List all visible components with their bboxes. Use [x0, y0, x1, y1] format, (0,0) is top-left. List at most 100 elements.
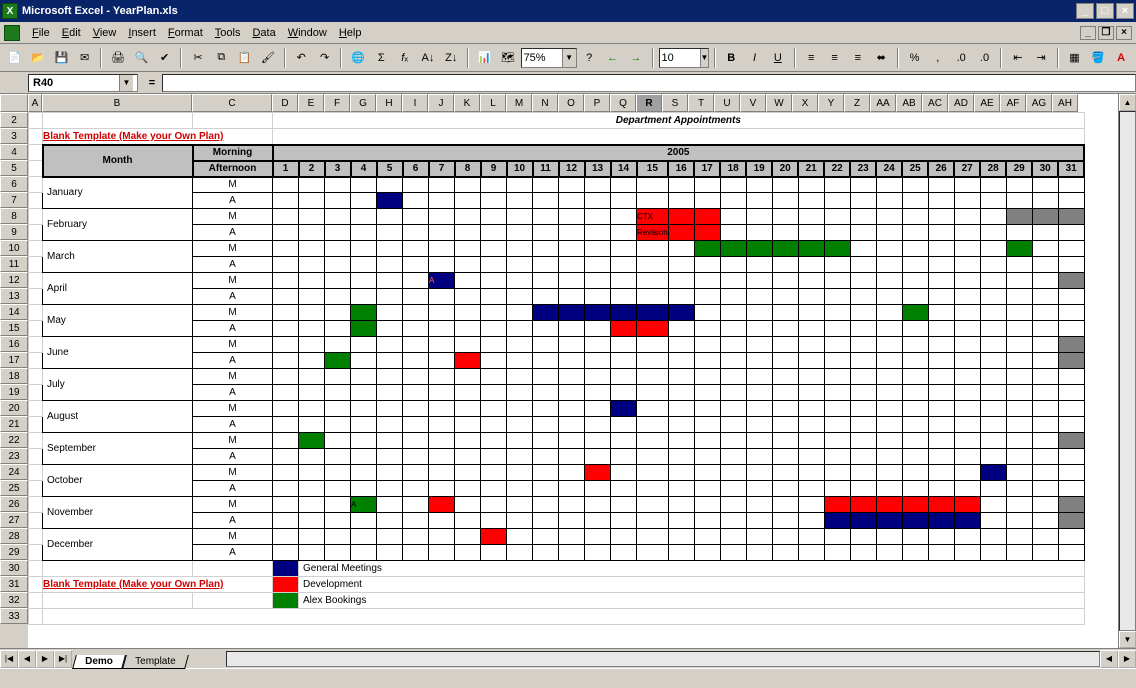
- cell-r21-d1[interactable]: [273, 417, 299, 433]
- cell-r29-d22[interactable]: [824, 545, 850, 561]
- cell-r17-d30[interactable]: [1032, 353, 1058, 369]
- cell-r23-d11[interactable]: [533, 449, 559, 465]
- cell-r14-d30[interactable]: [1032, 305, 1058, 321]
- cell-r13-d24[interactable]: [876, 289, 902, 305]
- cell-r11-d23[interactable]: [850, 257, 876, 273]
- cell-r29-d5[interactable]: [377, 545, 403, 561]
- cell-r14-d9[interactable]: [481, 305, 507, 321]
- cell-r21-d4[interactable]: [351, 417, 377, 433]
- row-header-3[interactable]: 3: [0, 128, 28, 144]
- cell-r25-d25[interactable]: [902, 481, 928, 497]
- cell-r11-d1[interactable]: [273, 257, 299, 273]
- cell-r26-d3[interactable]: [325, 497, 351, 513]
- align-center-icon[interactable]: ≡: [824, 47, 845, 69]
- row-header-7[interactable]: 7: [0, 192, 28, 208]
- col-header-AG[interactable]: AG: [1026, 94, 1052, 112]
- cell-r29-d2[interactable]: [299, 545, 325, 561]
- cell-r17-d2[interactable]: [299, 353, 325, 369]
- cell-r12-d14[interactable]: [611, 273, 637, 289]
- cell-r29-d4[interactable]: [351, 545, 377, 561]
- cell-r7-d25[interactable]: [902, 193, 928, 209]
- cell-r17-d28[interactable]: [980, 353, 1006, 369]
- cell-r21-d9[interactable]: [481, 417, 507, 433]
- mdi-restore-button[interactable]: ❐: [1098, 26, 1114, 40]
- cell-r23-d16[interactable]: [668, 449, 694, 465]
- cell-r21-d27[interactable]: [954, 417, 980, 433]
- cell-r10-d7[interactable]: [429, 241, 455, 257]
- cell-r10-d6[interactable]: [403, 241, 429, 257]
- col-header-E[interactable]: E: [298, 94, 324, 112]
- cell-r13-d8[interactable]: [455, 289, 481, 305]
- cell-r21-d3[interactable]: [325, 417, 351, 433]
- cell-r10-d21[interactable]: [798, 241, 824, 257]
- print-icon[interactable]: 🖨: [107, 47, 128, 69]
- cell-r23-d24[interactable]: [876, 449, 902, 465]
- cell-r11-d16[interactable]: [668, 257, 694, 273]
- cell-r22-d5[interactable]: [377, 433, 403, 449]
- col-header-AF[interactable]: AF: [1000, 94, 1026, 112]
- cell-r23-d5[interactable]: [377, 449, 403, 465]
- cell-r16-d15[interactable]: [637, 337, 669, 353]
- cell-r17-d5[interactable]: [377, 353, 403, 369]
- cell-r8-d10[interactable]: [507, 209, 533, 225]
- menu-edit[interactable]: Edit: [56, 25, 87, 41]
- cell-r24-d20[interactable]: [772, 465, 798, 481]
- cell-r10-d16[interactable]: [668, 241, 694, 257]
- cell-r8-d23[interactable]: [850, 209, 876, 225]
- cell-r26-d15[interactable]: [637, 497, 669, 513]
- cell-r9-d22[interactable]: [824, 225, 850, 241]
- decrease-indent-icon[interactable]: ⇤: [1007, 47, 1028, 69]
- cell-r20-d14[interactable]: [611, 401, 637, 417]
- cell-r13-d14[interactable]: [611, 289, 637, 305]
- cell-r7-d24[interactable]: [876, 193, 902, 209]
- cell-r6-d7[interactable]: [429, 177, 455, 193]
- cell-r21-d16[interactable]: [668, 417, 694, 433]
- cell-r10-d3[interactable]: [325, 241, 351, 257]
- cell-r29-d29[interactable]: [1006, 545, 1032, 561]
- cell-r9-d26[interactable]: [928, 225, 954, 241]
- cell-r20-d24[interactable]: [876, 401, 902, 417]
- cell-r11-d3[interactable]: [325, 257, 351, 273]
- cell-r10-d12[interactable]: [559, 241, 585, 257]
- cell-r27-d4[interactable]: [351, 513, 377, 529]
- cell-r15-d13[interactable]: [585, 321, 611, 337]
- cell-r10-d14[interactable]: [611, 241, 637, 257]
- cell-r14-d12[interactable]: [559, 305, 585, 321]
- cell-r24-d21[interactable]: [798, 465, 824, 481]
- cell-r28-d3[interactable]: [325, 529, 351, 545]
- cell-r12-d16[interactable]: [668, 273, 694, 289]
- cell-r9-d28[interactable]: [980, 225, 1006, 241]
- row-header-27[interactable]: 27: [0, 512, 28, 528]
- bold-icon[interactable]: B: [721, 47, 742, 69]
- cell-r25-d30[interactable]: [1032, 481, 1058, 497]
- cell-r14-d18[interactable]: [720, 305, 746, 321]
- cell-r23-d19[interactable]: [746, 449, 772, 465]
- cell-r24-d15[interactable]: [637, 465, 669, 481]
- cell-r26-d22[interactable]: [824, 497, 850, 513]
- cell-r10-d24[interactable]: [876, 241, 902, 257]
- cell-r21-d5[interactable]: [377, 417, 403, 433]
- cell-r6-d12[interactable]: [559, 177, 585, 193]
- cell-r23-d3[interactable]: [325, 449, 351, 465]
- cell-r17-d27[interactable]: [954, 353, 980, 369]
- cell-r25-d18[interactable]: [720, 481, 746, 497]
- cell-r24-d17[interactable]: [694, 465, 720, 481]
- cell-r25-d21[interactable]: [798, 481, 824, 497]
- cell-r21-d22[interactable]: [824, 417, 850, 433]
- cell-r13-d28[interactable]: [980, 289, 1006, 305]
- cell-r21-d12[interactable]: [559, 417, 585, 433]
- cell-r17-d12[interactable]: [559, 353, 585, 369]
- cell-r9-d16[interactable]: [668, 225, 694, 241]
- cell-r25-d13[interactable]: [585, 481, 611, 497]
- cell-r14-d10[interactable]: [507, 305, 533, 321]
- cell-r19-d8[interactable]: [455, 385, 481, 401]
- cell-r7-d23[interactable]: [850, 193, 876, 209]
- cell-r24-d26[interactable]: [928, 465, 954, 481]
- cell-r24-d5[interactable]: [377, 465, 403, 481]
- cell-r13-d10[interactable]: [507, 289, 533, 305]
- cell-r7-d6[interactable]: [403, 193, 429, 209]
- cell-r6-d1[interactable]: [273, 177, 299, 193]
- cell-r14-d16[interactable]: [668, 305, 694, 321]
- cell-r18-d12[interactable]: [559, 369, 585, 385]
- cell-r20-d23[interactable]: [850, 401, 876, 417]
